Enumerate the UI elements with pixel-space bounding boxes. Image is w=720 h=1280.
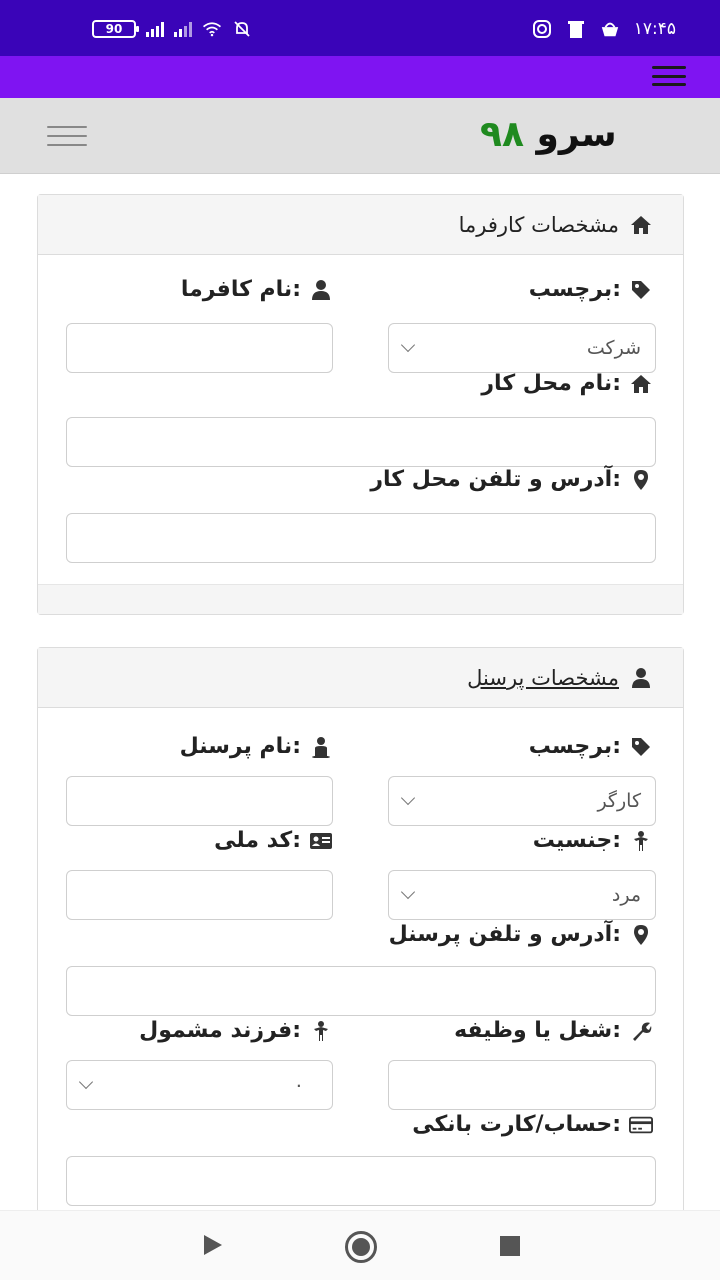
battery-icon: 90 <box>92 20 139 38</box>
employer-tag-label-text: برچسب: <box>528 277 621 302</box>
user-icon <box>629 666 653 690</box>
employer-panel-title: مشخصات کارفرما <box>458 212 619 237</box>
home-button-icon[interactable] <box>345 1231 377 1263</box>
bank-account-input[interactable] <box>66 1156 656 1206</box>
wifi-icon <box>202 19 222 39</box>
dependent-child-select[interactable]: ۰ <box>66 1060 333 1110</box>
employer-tag-label: برچسب: <box>529 277 653 302</box>
workplace-address-label-text: آدرس و تلفن محل کار: <box>370 467 621 492</box>
personnel-name-label: نام پرسنل: <box>180 734 333 759</box>
workplace-name-label-text: نام محل کار: <box>481 371 621 396</box>
app-menu-icon[interactable] <box>652 66 686 86</box>
personnel-name-input[interactable] <box>66 776 333 826</box>
personnel-address-input[interactable] <box>66 966 656 1016</box>
id-card-icon <box>309 829 333 853</box>
user-icon <box>309 278 333 302</box>
employer-tag-select[interactable]: شرکت <box>388 323 656 373</box>
personnel-panel: مشخصات پرسنل برچسب: نام پرسنل: کارگر جنس… <box>37 647 684 1247</box>
recent-apps-icon[interactable] <box>500 1236 520 1256</box>
workplace-address-input[interactable] <box>66 513 656 563</box>
bank-label: حساب/کارت بانکی: <box>412 1112 653 1137</box>
workplace-name-input[interactable] <box>66 417 656 467</box>
child-icon <box>629 829 653 853</box>
tag-icon <box>629 735 653 759</box>
logo-word: سرو <box>536 114 617 155</box>
personnel-panel-title[interactable]: مشخصات پرسنل <box>467 666 619 690</box>
personnel-address-label-text: آدرس و تلفن پرسنل: <box>388 922 621 947</box>
nav-toggle-icon[interactable] <box>47 126 87 146</box>
gender-select[interactable]: مرد <box>388 870 656 920</box>
logo-number: ۹۸ <box>480 114 524 155</box>
personnel-address-label: آدرس و تلفن پرسنل: <box>389 922 653 947</box>
system-nav-bar <box>0 1210 720 1280</box>
map-marker-icon <box>629 923 653 947</box>
gender-value: مرد <box>611 884 641 906</box>
personnel-tag-label: برچسب: <box>529 734 653 759</box>
tag-icon <box>629 278 653 302</box>
home-icon <box>629 213 653 237</box>
map-marker-icon <box>629 468 653 492</box>
battery-level: 90 <box>105 22 123 36</box>
national-code-label: کد ملی: <box>214 828 333 853</box>
personnel-tag-select[interactable]: کارگر <box>388 776 656 826</box>
basket-icon <box>600 19 620 39</box>
personnel-name-label-text: نام پرسنل: <box>179 734 301 759</box>
national-code-label-text: کد ملی: <box>214 828 301 853</box>
chevron-down-icon <box>400 790 416 806</box>
workplace-address-label: آدرس و تلفن محل کار: <box>370 467 653 492</box>
status-bar: 90 ۱۷:۴۵ <box>0 0 720 56</box>
gender-label-text: جنسیت: <box>532 828 621 853</box>
job-label-text: شغل یا وظیفه: <box>454 1018 621 1043</box>
employer-panel-footer <box>38 584 683 614</box>
trash-icon <box>566 19 586 39</box>
credit-card-icon <box>629 1113 653 1137</box>
gender-label: جنسیت: <box>533 828 653 853</box>
home-icon <box>629 372 653 396</box>
personnel-panel-header: مشخصات پرسنل <box>38 648 683 708</box>
employer-panel-header: مشخصات کارفرما <box>38 195 683 255</box>
national-code-input[interactable] <box>66 870 333 920</box>
employer-name-label-text: نام کافرما: <box>180 277 301 302</box>
chevron-down-icon <box>78 1074 94 1090</box>
site-header: سرو ۹۸ <box>0 98 720 174</box>
job-label: شغل یا وظیفه: <box>454 1018 653 1043</box>
bank-label-text: حساب/کارت بانکی: <box>412 1112 621 1137</box>
clock: ۱۷:۴۵ <box>633 19 676 39</box>
dependent-child-value: ۰ <box>293 1074 304 1096</box>
personnel-tag-label-text: برچسب: <box>528 734 621 759</box>
chevron-down-icon <box>400 884 416 900</box>
personnel-tag-value: کارگر <box>597 790 641 812</box>
employer-panel: مشخصات کارفرما برچسب: نام کافرما: شرکت ن… <box>37 194 684 615</box>
employer-tag-value: شرکت <box>586 337 641 359</box>
user-tie-icon <box>309 735 333 759</box>
dependent-child-label-text: فرزند مشمول: <box>139 1018 301 1043</box>
app-bar <box>0 56 720 98</box>
site-logo[interactable]: سرو ۹۸ <box>480 114 617 155</box>
instagram-icon <box>532 19 552 39</box>
back-icon[interactable] <box>204 1235 222 1255</box>
workplace-name-label: نام محل کار: <box>481 371 653 396</box>
dependent-child-label: فرزند مشمول: <box>139 1018 333 1043</box>
employer-name-label: نام کافرما: <box>181 277 333 302</box>
chevron-down-icon <box>400 337 416 353</box>
child-icon <box>309 1019 333 1043</box>
signal-icon <box>146 21 164 37</box>
signal-icon-2 <box>174 21 192 37</box>
bell-off-icon <box>232 19 252 39</box>
employer-name-input[interactable] <box>66 323 333 373</box>
job-input[interactable] <box>388 1060 656 1110</box>
wrench-icon <box>629 1019 653 1043</box>
